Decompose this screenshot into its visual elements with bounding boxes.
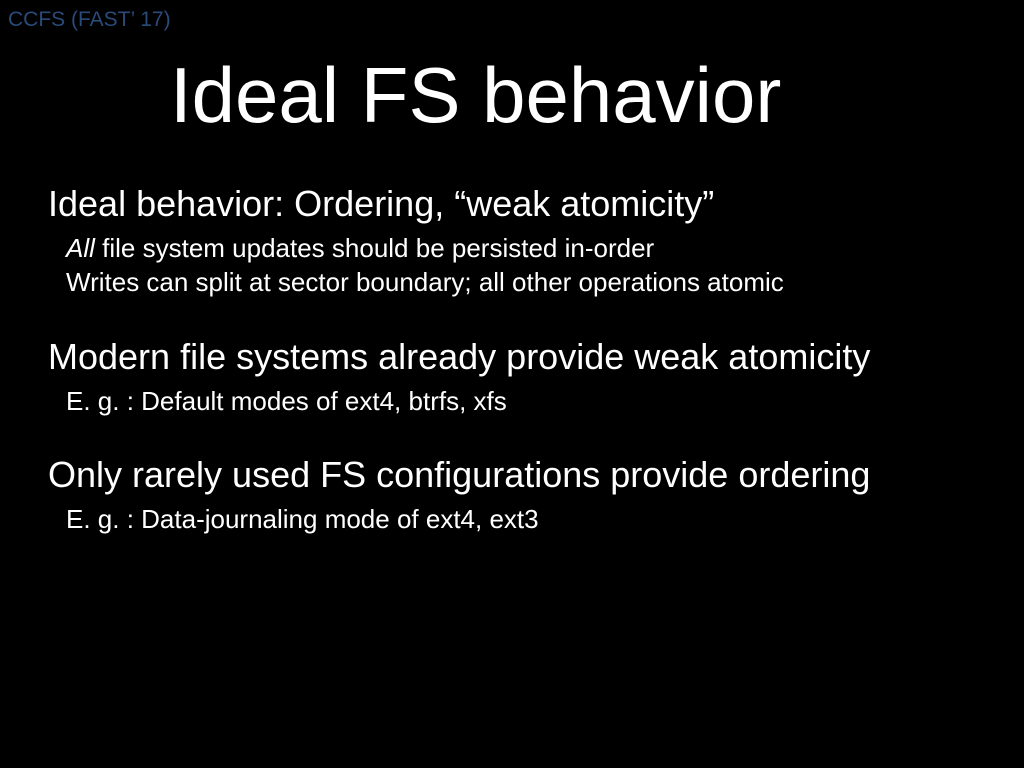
- content-block: Ideal behavior: Ordering, “weak atomicit…: [48, 181, 984, 300]
- block-sub: All file system updates should be persis…: [48, 232, 984, 266]
- content-block: Only rarely used FS configurations provi…: [48, 452, 984, 537]
- block-heading: Modern file systems already provide weak…: [48, 334, 984, 379]
- block-sub: Writes can split at sector boundary; all…: [48, 266, 984, 300]
- sub-text: Writes can split at sector boundary; all…: [66, 267, 784, 297]
- sub-text: file system updates should be persisted …: [95, 233, 654, 263]
- block-sub: E. g. : Default modes of ext4, btrfs, xf…: [48, 385, 984, 419]
- sub-italic: All: [66, 233, 95, 263]
- block-sub: E. g. : Data-journaling mode of ext4, ex…: [48, 503, 984, 537]
- block-heading: Ideal behavior: Ordering, “weak atomicit…: [48, 181, 984, 226]
- content-block: Modern file systems already provide weak…: [48, 334, 984, 419]
- block-heading: Only rarely used FS configurations provi…: [48, 452, 984, 497]
- sub-text: E. g. : Default modes of ext4, btrfs, xf…: [66, 386, 507, 416]
- sub-text: E. g. : Data-journaling mode of ext4, ex…: [66, 504, 539, 534]
- slide-content: Ideal behavior: Ordering, “weak atomicit…: [0, 181, 1024, 537]
- slide-header: CCFS (FAST’ 17): [0, 0, 1024, 32]
- slide-title: Ideal FS behavior: [170, 50, 1024, 141]
- slide: CCFS (FAST’ 17) Ideal FS behavior Ideal …: [0, 0, 1024, 768]
